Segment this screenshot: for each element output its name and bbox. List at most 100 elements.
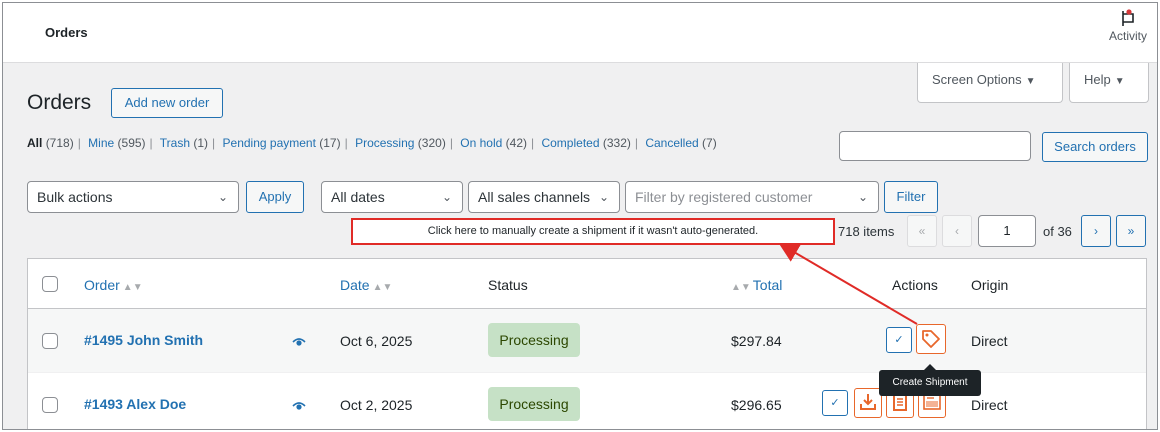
help-label: Help [1084,72,1111,87]
activity-label: Activity [1108,29,1147,43]
view-label: Processing [355,136,415,150]
screen-options-tab[interactable]: Screen Options ▼ [917,63,1063,103]
view-cancelled[interactable]: Cancelled (7) [645,136,716,150]
column-total[interactable]: ▲▼ Total [731,277,782,293]
column-label: Total [752,277,783,293]
order-status-views: All (718) | Mine (595) | Trash (1) | Pendin… [27,136,717,150]
column-order[interactable]: Order ▲▼ [84,277,143,293]
select-value: All dates [331,189,385,205]
app-frame: Orders Activity Screen Options ▼ Help ▼ Or… [2,2,1158,430]
sort-icon: ▲▼ [122,282,143,293]
page-title: Orders [27,91,92,114]
column-label: Date [340,277,370,293]
order-link[interactable]: #1493 Alex Doe [84,396,186,412]
view-on-hold[interactable]: On hold (42) [460,136,527,150]
row-checkbox[interactable] [42,333,58,349]
select-placeholder: Filter by registered customer [635,189,813,205]
row-checkbox[interactable] [42,397,58,413]
select-value: Bulk actions [37,189,113,205]
view-count: (332) [602,136,631,150]
view-mine[interactable]: Mine (595) [88,136,145,150]
chevron-down-icon: ⌄ [857,190,868,204]
top-bar: Orders Activity [3,3,1157,63]
create-shipment-button[interactable] [916,324,946,354]
screen-options-label: Screen Options [932,72,1022,87]
order-date: Oct 2, 2025 [340,397,413,413]
select-value: All sales channels [478,189,591,205]
column-status: Status [488,277,528,293]
current-page-input[interactable]: 1 [978,215,1036,247]
flag-icon [1122,9,1134,26]
bulk-actions-select[interactable]: Bulk actions ⌄ [27,181,239,213]
download-action-button[interactable] [854,388,882,418]
view-count: (17) [319,136,341,150]
check-icon: ✓ [830,397,840,409]
view-count: (320) [417,136,446,150]
add-new-order-button[interactable]: Add new order [111,88,223,118]
order-link[interactable]: #1495 John Smith [84,332,203,348]
customer-filter-select[interactable]: Filter by registered customer ⌄ [625,181,879,213]
prev-page-button[interactable]: ‹ [942,215,972,247]
items-count: 718 items [838,224,895,239]
view-pending-payment[interactable]: Pending payment (17) [223,136,341,150]
column-label: Order [84,277,120,293]
search-orders-input[interactable] [839,131,1031,161]
view-label: Mine [88,136,115,150]
view-label: Pending payment [222,136,316,150]
search-orders-button[interactable]: Search orders [1042,132,1148,162]
complete-action-button[interactable]: ✓ [886,327,912,353]
create-shipment-tooltip: Create Shipment [879,364,981,396]
order-origin: Direct [971,333,1008,349]
apply-button[interactable]: Apply [246,181,304,213]
view-count: (42) [505,136,527,150]
order-origin: Direct [971,397,1008,413]
view-all[interactable]: All (718) [27,136,74,150]
view-label: On hold [460,136,503,150]
orders-table: Order ▲▼ Date ▲▼ Status ▲▼ Total Actions Or… [27,258,1147,429]
view-trash[interactable]: Trash (1) [160,136,208,150]
view-count: (595) [117,136,146,150]
download-icon [860,394,876,410]
chevron-down-icon: ⌄ [217,190,228,204]
view-processing[interactable]: Processing (320) [355,136,446,150]
status-badge: Processing [488,323,580,357]
order-total: $296.65 [731,397,782,413]
view-completed[interactable]: Completed (332) [541,136,630,150]
chevron-down-icon: ⌄ [441,190,452,204]
tag-icon [922,330,940,348]
eye-icon[interactable] [292,337,306,347]
sales-channels-select[interactable]: All sales channels ⌄ [468,181,620,213]
status-badge: Processing [488,387,580,421]
chevron-down-icon: ⌄ [598,190,609,204]
filter-button[interactable]: Filter [884,181,938,213]
sort-icon: ▲▼ [731,282,751,293]
view-label: Trash [159,136,191,150]
view-count: (1) [193,136,209,150]
order-date: Oct 6, 2025 [340,333,413,349]
table-row[interactable]: #1495 John Smith Oct 6, 2025 Processing … [28,309,1146,373]
column-date[interactable]: Date ▲▼ [340,277,392,293]
column-actions: Actions [892,277,938,293]
first-page-button[interactable]: « [907,215,937,247]
caret-down-icon: ▼ [1114,76,1125,87]
total-pages: of 36 [1043,224,1072,239]
annotation-callout: Click here to manually create a shipment… [351,218,835,245]
caret-down-icon: ▼ [1025,76,1036,87]
view-count: (718) [45,136,74,150]
order-total: $297.84 [731,333,782,349]
help-tab[interactable]: Help ▼ [1069,63,1149,103]
activity-button[interactable]: Activity [1103,9,1153,43]
view-label: Completed [541,136,600,150]
eye-icon[interactable] [292,401,306,411]
next-page-button[interactable]: › [1081,215,1111,247]
complete-action-button[interactable]: ✓ [822,390,848,416]
column-origin: Origin [971,277,1009,293]
table-header: Order ▲▼ Date ▲▼ Status ▲▼ Total Actions Or… [28,259,1146,309]
sort-icon: ▲▼ [372,282,393,293]
last-page-button[interactable]: » [1116,215,1146,247]
topbar-title: Orders [45,25,88,40]
dates-select[interactable]: All dates ⌄ [321,181,463,213]
check-icon: ✓ [894,334,904,346]
view-count: (7) [702,136,717,150]
select-all-checkbox[interactable] [42,276,58,292]
